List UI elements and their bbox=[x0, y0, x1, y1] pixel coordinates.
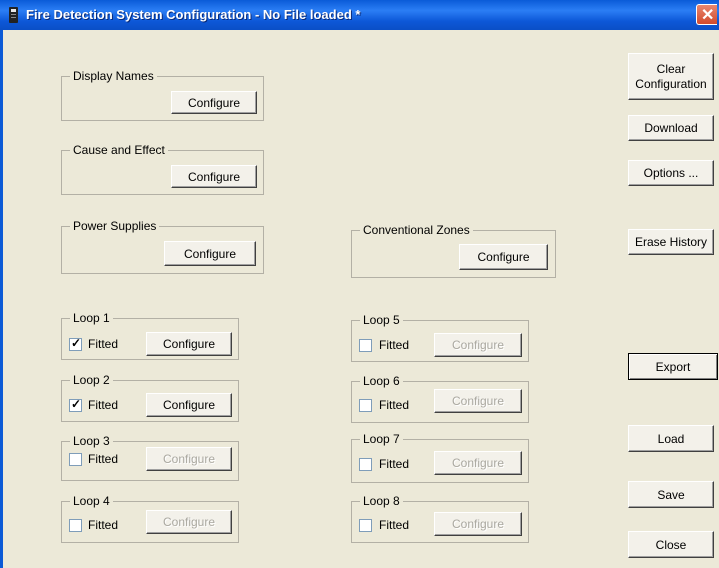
loop-1-label: Loop 1 bbox=[70, 310, 113, 326]
options-button[interactable]: Options ... bbox=[628, 160, 714, 186]
loop-4-fitted-checkbox[interactable] bbox=[69, 519, 82, 532]
loop-1-fitted-checkbox[interactable]: ✓ bbox=[69, 336, 82, 351]
clear-configuration-button[interactable]: Clear Configuration bbox=[628, 53, 714, 100]
loop-7-fitted-checkbox[interactable] bbox=[359, 458, 372, 471]
loop-8-label: Loop 8 bbox=[360, 493, 403, 509]
close-icon: ✕ bbox=[701, 7, 715, 24]
power-supplies-label: Power Supplies bbox=[70, 218, 160, 234]
loop-2-label: Loop 2 bbox=[70, 372, 113, 388]
loop-5-fitted-label: Fitted bbox=[379, 338, 410, 352]
loop-8-configure-button[interactable]: Configure bbox=[434, 512, 522, 536]
load-button[interactable]: Load bbox=[628, 425, 714, 452]
display-names-label: Display Names bbox=[70, 68, 157, 84]
loop-7-label: Loop 7 bbox=[360, 431, 403, 447]
display-names-configure-button[interactable]: Configure bbox=[171, 91, 257, 114]
window-title: Fire Detection System Configuration - No… bbox=[26, 7, 361, 22]
save-button[interactable]: Save bbox=[628, 481, 714, 508]
cause-effect-label: Cause and Effect bbox=[70, 142, 168, 158]
loop-6-configure-button[interactable]: Configure bbox=[434, 389, 522, 413]
power-supplies-configure-button[interactable]: Configure bbox=[164, 241, 256, 266]
conventional-zones-configure-button[interactable]: Configure bbox=[459, 244, 548, 270]
title-bar[interactable]: Fire Detection System Configuration - No… bbox=[0, 0, 719, 30]
loop-2-configure-button[interactable]: Configure bbox=[146, 393, 232, 417]
export-button[interactable]: Export bbox=[628, 353, 718, 380]
loop-6-fitted-label: Fitted bbox=[379, 398, 410, 412]
loop-5-label: Loop 5 bbox=[360, 312, 403, 328]
loop-7-fitted-label: Fitted bbox=[379, 457, 410, 471]
loop-3-fitted-label: Fitted bbox=[88, 452, 119, 466]
loop-3-configure-button[interactable]: Configure bbox=[146, 447, 232, 471]
app-icon bbox=[9, 7, 18, 23]
conventional-zones-label: Conventional Zones bbox=[360, 222, 473, 238]
cause-effect-configure-button[interactable]: Configure bbox=[171, 165, 257, 188]
checkmark-icon: ✓ bbox=[71, 397, 82, 411]
erase-history-button[interactable]: Erase History bbox=[628, 229, 714, 255]
loop-4-label: Loop 4 bbox=[70, 493, 113, 509]
download-button[interactable]: Download bbox=[628, 115, 714, 141]
loop-3-label: Loop 3 bbox=[70, 433, 113, 449]
loop-2-fitted-label: Fitted bbox=[88, 398, 119, 412]
loop-3-fitted-checkbox[interactable] bbox=[69, 453, 82, 466]
window-border bbox=[0, 30, 3, 568]
loop-4-configure-button[interactable]: Configure bbox=[146, 510, 232, 534]
loop-5-fitted-checkbox[interactable] bbox=[359, 339, 372, 352]
close-window-button[interactable]: ✕ bbox=[696, 4, 717, 25]
clear-configuration-line2: Configuration bbox=[635, 76, 707, 91]
checkmark-icon: ✓ bbox=[71, 336, 82, 350]
close-button[interactable]: Close bbox=[628, 531, 714, 558]
loop-2-fitted-checkbox[interactable]: ✓ bbox=[69, 397, 82, 412]
loop-1-configure-button[interactable]: Configure bbox=[146, 332, 232, 356]
clear-configuration-line1: Clear bbox=[656, 61, 686, 76]
loop-5-configure-button[interactable]: Configure bbox=[434, 333, 522, 357]
loop-8-fitted-checkbox[interactable] bbox=[359, 519, 372, 532]
loop-1-fitted-label: Fitted bbox=[88, 337, 119, 351]
loop-6-fitted-checkbox[interactable] bbox=[359, 399, 372, 412]
loop-8-fitted-label: Fitted bbox=[379, 518, 410, 532]
loop-7-configure-button[interactable]: Configure bbox=[434, 451, 522, 475]
loop-4-fitted-label: Fitted bbox=[88, 518, 119, 532]
loop-6-label: Loop 6 bbox=[360, 373, 403, 389]
